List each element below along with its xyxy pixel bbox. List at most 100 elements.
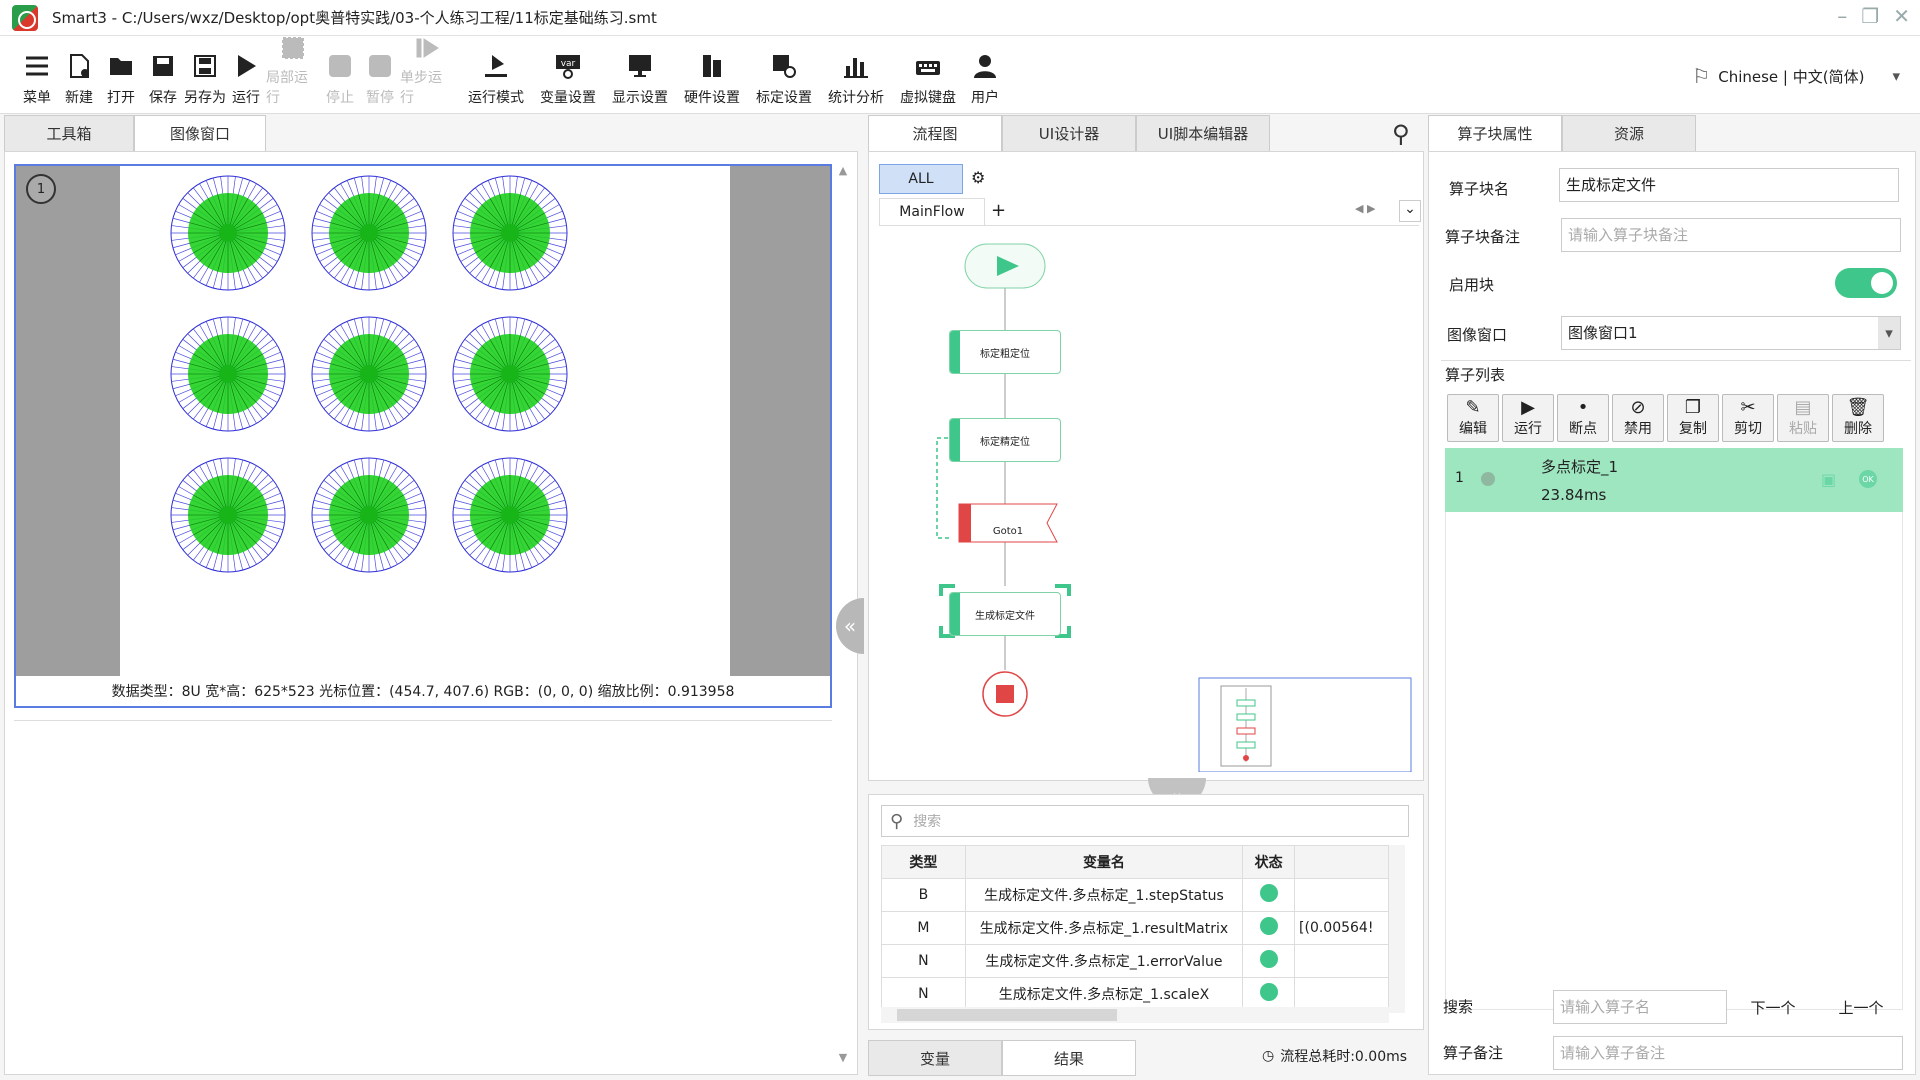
tab-ui-designer[interactable]: UI设计器 bbox=[1002, 115, 1136, 151]
status-dot bbox=[1259, 950, 1278, 968]
toolbar-button-chart[interactable]: 统计分析 bbox=[820, 43, 892, 113]
trash-icon: 🗑 bbox=[1846, 397, 1870, 418]
cell-type: N bbox=[881, 977, 966, 1011]
block-note-input[interactable]: 请输入算子块备注 bbox=[1561, 218, 1901, 252]
flow-node-fine-locate[interactable]: 标定精定位 bbox=[949, 418, 1061, 462]
status-ok-badge: OK bbox=[1859, 470, 1877, 488]
block-name-input[interactable]: 生成标定文件 bbox=[1559, 168, 1899, 202]
toolbar-button-hardware[interactable]: 硬件设置 bbox=[676, 43, 748, 113]
operator-row[interactable]: 1 多点标定_1 23.84ms ▣ OK bbox=[1445, 448, 1903, 512]
flow-scroll-arrows[interactable]: ◀ ▶ bbox=[1355, 202, 1375, 215]
operator-list[interactable] bbox=[1445, 512, 1903, 1010]
image-status-line: 数据类型：8U 宽*高：625*523 光标位置：(454.7, 407.6) … bbox=[111, 684, 735, 700]
toolbar-button-play[interactable]: 运行 bbox=[226, 43, 266, 113]
tab-flowchart[interactable]: 流程图 bbox=[868, 115, 1002, 151]
table-row[interactable]: M 生成标定文件.多点标定_1.resultMatrix [(0.00564! bbox=[881, 911, 1389, 945]
column-header-name[interactable]: 变量名 bbox=[964, 845, 1244, 879]
search-icon[interactable]: ⚲ bbox=[1392, 120, 1410, 148]
op-button-play[interactable]: ▶ 运行 bbox=[1502, 394, 1554, 442]
op-button-scissors[interactable]: ✂ 剪切 bbox=[1722, 394, 1774, 442]
op-button-label: 粘贴 bbox=[1789, 421, 1817, 437]
title-bar: Smart3 - C:/Users/wxz/Desktop/opt奥普特实践/0… bbox=[0, 0, 1920, 36]
variables-table: 类型 变量名 状态 B 生成标定文件.多点标定_1.stepStatus M 生成标定… bbox=[881, 845, 1389, 1011]
flowchart-canvas[interactable] bbox=[879, 232, 1419, 772]
minimize-icon[interactable]: – bbox=[1837, 4, 1847, 28]
close-icon[interactable]: ✕ bbox=[1893, 4, 1910, 28]
table-row[interactable]: B 生成标定文件.多点标定_1.stepStatus bbox=[881, 878, 1389, 912]
toolbar-label: 虚拟键盘 bbox=[900, 90, 956, 106]
variables-hscroll[interactable] bbox=[881, 1007, 1389, 1023]
add-flow-icon[interactable]: + bbox=[991, 200, 1006, 221]
op-button-breakpoint[interactable]: • 断点 bbox=[1557, 394, 1609, 442]
column-header-status[interactable]: 状态 bbox=[1242, 845, 1296, 879]
tab-ui-script-editor[interactable]: UI脚本编辑器 bbox=[1136, 115, 1270, 151]
language-selector[interactable]: ⚐ Chinese | 中文(简体) ▾ bbox=[1692, 64, 1900, 88]
variables-vscroll[interactable] bbox=[1389, 845, 1405, 1013]
maximize-icon[interactable]: ❐ bbox=[1861, 4, 1879, 28]
toolbar-button-stop: 停止 bbox=[320, 43, 360, 113]
block-note-label: 算子块备注 bbox=[1445, 228, 1521, 246]
toolbar-button-save[interactable]: 保存 bbox=[142, 43, 184, 113]
main-toolbar: 菜单 新建 打开 保存 另存为 运行 局部运行 停止 暂停 单步运行 运行模式 var 变量设置 显示设置… bbox=[0, 36, 1920, 114]
operator-note-input[interactable]: 请输入算子备注 bbox=[1553, 1036, 1903, 1070]
table-row[interactable]: N 生成标定文件.多点标定_1.errorValue bbox=[881, 944, 1389, 978]
toolbar-button-folder-open[interactable]: 打开 bbox=[100, 43, 142, 113]
hardware-icon bbox=[696, 50, 728, 82]
display-icon bbox=[624, 50, 656, 82]
next-button[interactable]: 下一个 bbox=[1731, 990, 1815, 1024]
image-window-select[interactable]: 图像窗口1 ▾ bbox=[1561, 316, 1901, 350]
op-button-copy[interactable]: ❐ 复制 bbox=[1667, 394, 1719, 442]
table-row[interactable]: N 生成标定文件.多点标定_1.scaleX bbox=[881, 977, 1389, 1011]
stop-icon bbox=[324, 50, 356, 82]
flow-node-coarse-locate[interactable]: 标定粗定位 bbox=[949, 330, 1061, 374]
tab-mainflow[interactable]: MainFlow bbox=[879, 198, 985, 226]
toolbar-button-menu[interactable]: 菜单 bbox=[16, 43, 58, 113]
minimap[interactable] bbox=[1198, 677, 1412, 772]
chevron-down-icon[interactable]: ▾ bbox=[1878, 317, 1900, 349]
menu-icon bbox=[21, 50, 53, 82]
toolbar-label: 统计分析 bbox=[828, 90, 884, 106]
toolbar-button-run-mode[interactable]: 运行模式 bbox=[460, 43, 532, 113]
column-header-type[interactable]: 类型 bbox=[881, 845, 966, 879]
image-canvas[interactable]: 1 bbox=[16, 166, 830, 676]
op-button-label: 剪切 bbox=[1734, 421, 1762, 437]
enable-block-toggle[interactable] bbox=[1835, 268, 1897, 298]
operator-search-input[interactable]: 请输入算子名 bbox=[1553, 990, 1727, 1024]
tab-resources[interactable]: 资源 bbox=[1562, 115, 1696, 151]
toolbar-button-display[interactable]: 显示设置 bbox=[604, 43, 676, 113]
toolbar-button-calibration[interactable]: 标定设置 bbox=[748, 43, 820, 113]
toolbar-button-keyboard[interactable]: 虚拟键盘 bbox=[892, 43, 964, 113]
op-button-disable[interactable]: ⊘ 禁用 bbox=[1612, 394, 1664, 442]
cell-status bbox=[1242, 911, 1296, 945]
toolbar-button-save-as[interactable]: 另存为 bbox=[184, 43, 226, 113]
toolbar-label: 运行模式 bbox=[468, 90, 524, 106]
image-output-icon[interactable]: ▣ bbox=[1821, 470, 1836, 489]
calibration-dot-pattern bbox=[452, 175, 568, 291]
double-chevron-down-icon[interactable]: ⌄ bbox=[1399, 200, 1421, 222]
breakpoint-dot[interactable] bbox=[1481, 472, 1495, 486]
flow-tabs: MainFlow + ◀ ▶ ⌄ bbox=[879, 198, 1421, 226]
breakpoint-icon: • bbox=[1577, 397, 1589, 418]
toolbar-button-new-file[interactable]: 新建 bbox=[58, 43, 100, 113]
variable-search-input[interactable]: ⚲ 搜索 bbox=[881, 805, 1409, 837]
op-button-paste: ▤ 粘贴 bbox=[1777, 394, 1829, 442]
previous-button[interactable]: 上一个 bbox=[1819, 990, 1903, 1024]
op-button-trash[interactable]: 🗑 删除 bbox=[1832, 394, 1884, 442]
play-icon bbox=[230, 50, 262, 82]
tab-image-window[interactable]: 图像窗口 bbox=[134, 115, 266, 151]
image-window-1[interactable]: 1 数据类型：8U 宽*高：625*523 光标位置：(454.7, 407.6… bbox=[14, 164, 832, 708]
column-header-value[interactable] bbox=[1294, 845, 1389, 879]
op-button-label: 禁用 bbox=[1624, 421, 1652, 437]
tab-toolbox[interactable]: 工具箱 bbox=[4, 115, 134, 151]
toolbar-button-user[interactable]: 用户 bbox=[964, 43, 1006, 113]
filter-all-button[interactable]: ALL bbox=[879, 164, 963, 194]
block-name-label: 算子块名 bbox=[1449, 180, 1510, 198]
flow-node-generate-calib-file[interactable]: 生成标定文件 bbox=[949, 592, 1061, 636]
tab-variables[interactable]: 变量 bbox=[868, 1040, 1002, 1076]
op-button-edit[interactable]: ✎ 编辑 bbox=[1447, 394, 1499, 442]
tab-results[interactable]: 结果 bbox=[1002, 1040, 1136, 1076]
tab-block-properties[interactable]: 算子块属性 bbox=[1428, 115, 1562, 151]
toolbar-button-variable[interactable]: var 变量设置 bbox=[532, 43, 604, 113]
gear-icon[interactable]: ⚙ bbox=[971, 168, 985, 187]
flow-node-goto[interactable]: Goto1 bbox=[959, 512, 1057, 550]
